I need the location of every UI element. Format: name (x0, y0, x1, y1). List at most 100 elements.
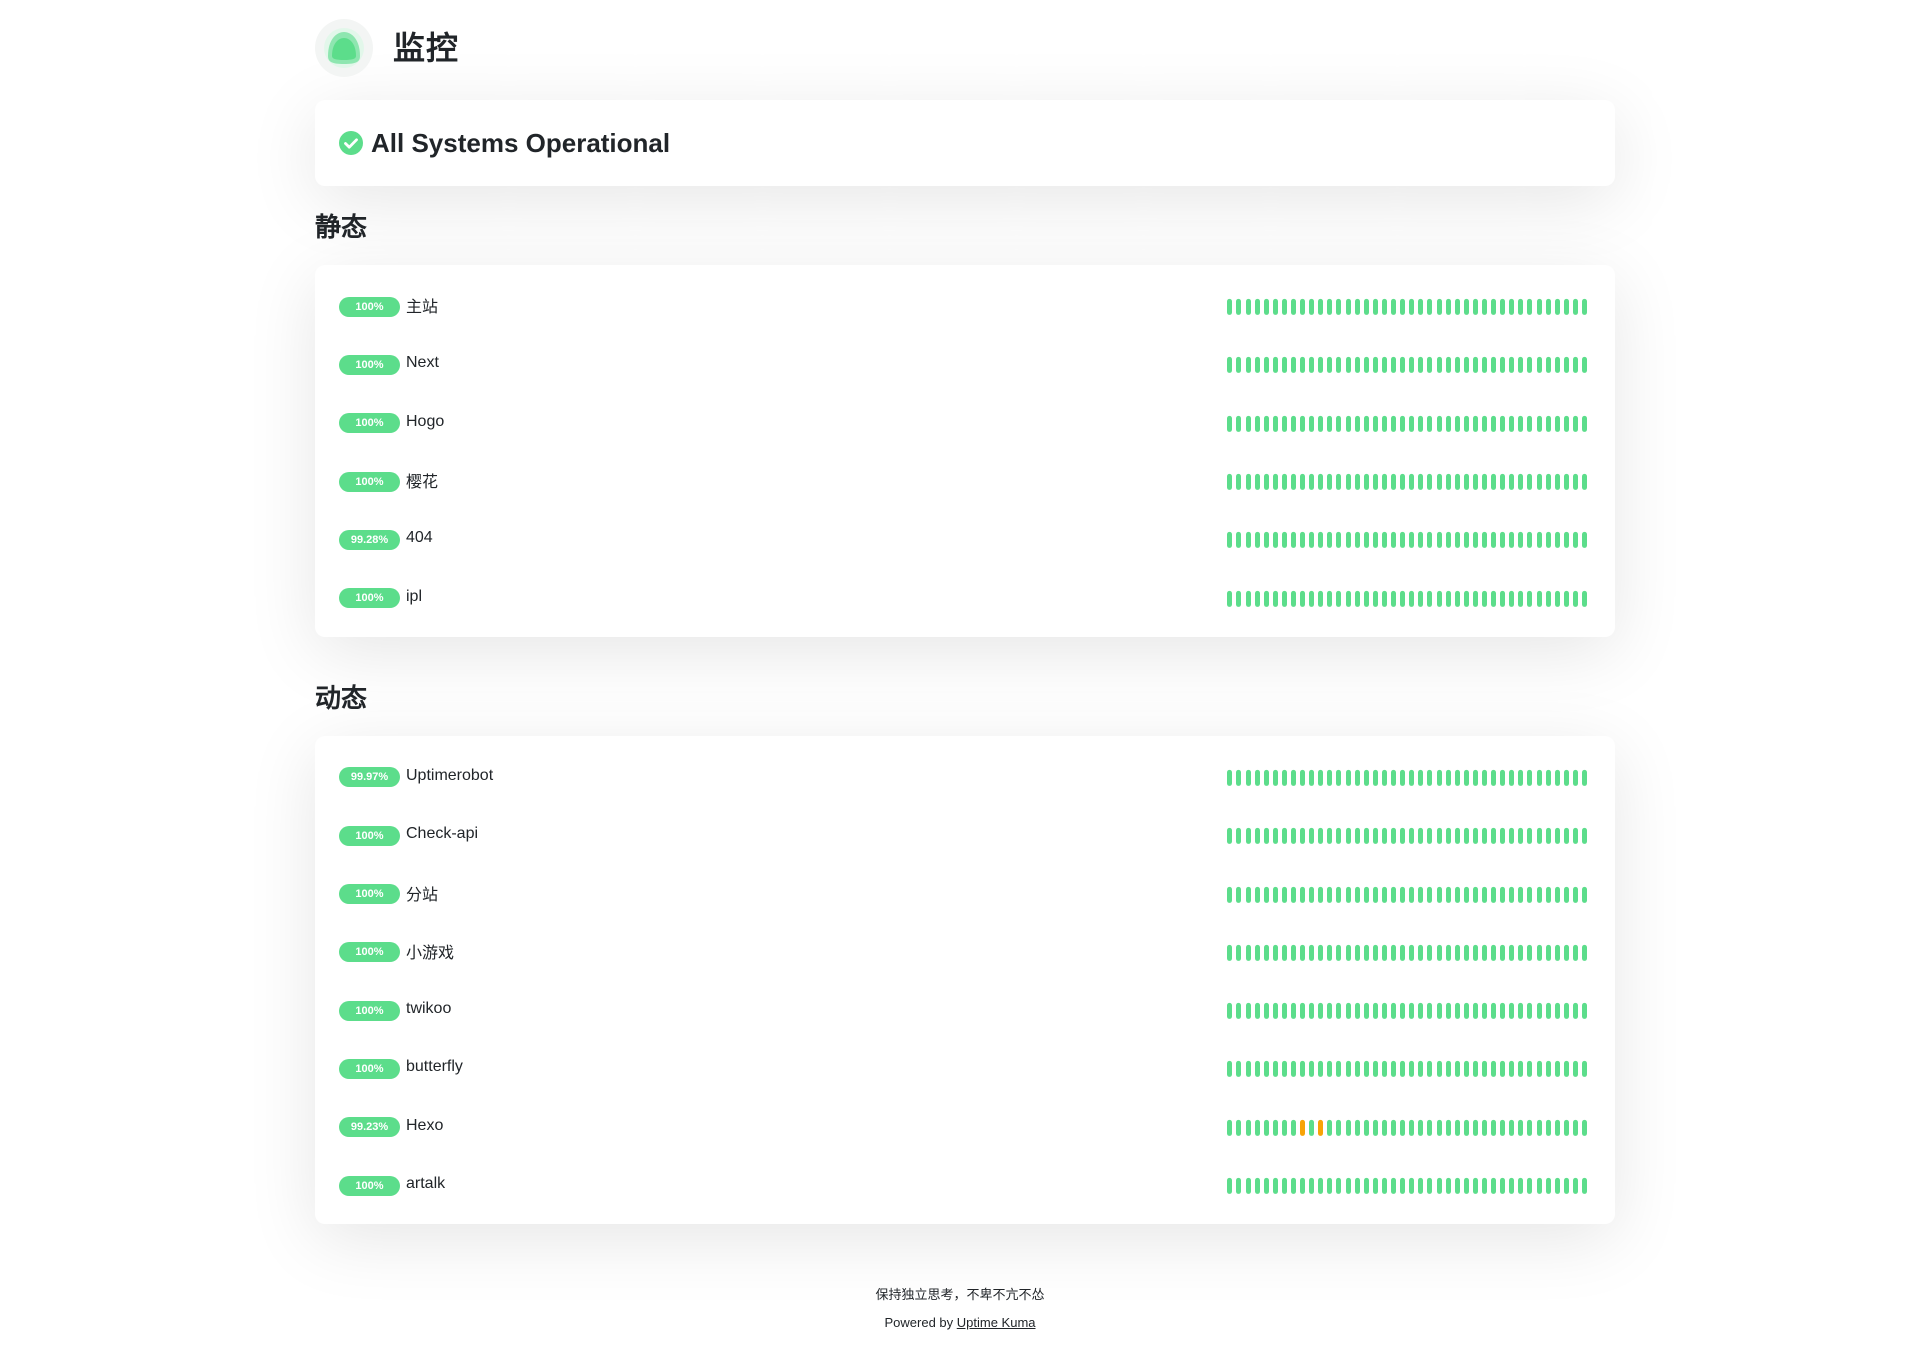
heartbeat-up[interactable] (1236, 886, 1242, 903)
heartbeat-up[interactable] (1400, 415, 1406, 432)
heartbeat-up[interactable] (1381, 828, 1387, 845)
heartbeat-up[interactable] (1445, 415, 1451, 432)
heartbeat-up[interactable] (1518, 944, 1524, 961)
heartbeat-up[interactable] (1363, 532, 1369, 549)
heartbeat-up[interactable] (1545, 415, 1551, 432)
heartbeat-up[interactable] (1300, 473, 1306, 490)
heartbeat-up[interactable] (1381, 1119, 1387, 1136)
heartbeat-up[interactable] (1400, 1119, 1406, 1136)
heartbeat-up[interactable] (1445, 1003, 1451, 1020)
heartbeat-up[interactable] (1236, 944, 1242, 961)
heartbeat-up[interactable] (1472, 886, 1478, 903)
heartbeat-up[interactable] (1227, 1003, 1233, 1020)
heartbeat-up[interactable] (1309, 415, 1315, 432)
monitor-row[interactable]: 100% artalk (315, 1155, 1615, 1213)
heartbeat-up[interactable] (1518, 1177, 1524, 1194)
heartbeat-up[interactable] (1363, 415, 1369, 432)
heartbeat-up[interactable] (1545, 532, 1551, 549)
heartbeat-up[interactable] (1409, 769, 1415, 786)
heartbeat-up[interactable] (1291, 886, 1296, 903)
heartbeat-up[interactable] (1518, 299, 1524, 316)
heartbeat-up[interactable] (1472, 944, 1478, 961)
monitor-row[interactable]: 100% Hogo (315, 393, 1615, 451)
heartbeat-up[interactable] (1427, 299, 1433, 316)
monitor-row[interactable]: 99.28% 404 (315, 509, 1615, 567)
heartbeat-up[interactable] (1582, 1119, 1587, 1136)
heartbeat-up[interactable] (1372, 532, 1378, 549)
heartbeat-up[interactable] (1363, 590, 1369, 607)
heartbeat-up[interactable] (1263, 1177, 1269, 1194)
heartbeat-up[interactable] (1445, 357, 1451, 374)
heartbeat-up[interactable] (1481, 590, 1487, 607)
heartbeat-up[interactable] (1318, 357, 1324, 374)
heartbeat-up[interactable] (1281, 828, 1287, 845)
heartbeat-up[interactable] (1245, 532, 1251, 549)
heartbeat-up[interactable] (1227, 532, 1233, 549)
heartbeat-up[interactable] (1509, 769, 1515, 786)
heartbeat-up[interactable] (1391, 886, 1397, 903)
heartbeat-up[interactable] (1254, 1061, 1260, 1078)
heartbeat-up[interactable] (1236, 415, 1242, 432)
heartbeat-up[interactable] (1436, 357, 1442, 374)
heartbeat-up[interactable] (1572, 532, 1578, 549)
heartbeat-up[interactable] (1409, 299, 1415, 316)
heartbeat-up[interactable] (1318, 299, 1324, 316)
heartbeat-up[interactable] (1309, 769, 1315, 786)
heartbeat-up[interactable] (1436, 1119, 1442, 1136)
heartbeat-up[interactable] (1345, 532, 1351, 549)
heartbeat-up[interactable] (1345, 415, 1351, 432)
heartbeat-up[interactable] (1400, 944, 1406, 961)
heartbeat-up[interactable] (1300, 1177, 1306, 1194)
heartbeat-up[interactable] (1545, 590, 1551, 607)
heartbeat-up[interactable] (1354, 473, 1360, 490)
heartbeat-up[interactable] (1491, 1003, 1497, 1020)
heartbeat-up[interactable] (1582, 299, 1587, 316)
heartbeat-up[interactable] (1372, 357, 1378, 374)
heartbeat-up[interactable] (1563, 944, 1569, 961)
heartbeat-up[interactable] (1227, 769, 1233, 786)
heartbeat-up[interactable] (1418, 532, 1424, 549)
heartbeat-up[interactable] (1527, 415, 1533, 432)
heartbeat-up[interactable] (1391, 1119, 1397, 1136)
heartbeat-up[interactable] (1400, 1177, 1406, 1194)
heartbeat-up[interactable] (1418, 1177, 1424, 1194)
heartbeat-up[interactable] (1336, 590, 1342, 607)
heartbeat-up[interactable] (1327, 590, 1333, 607)
heartbeat-up[interactable] (1563, 473, 1569, 490)
heartbeat-up[interactable] (1463, 1177, 1469, 1194)
heartbeat-up[interactable] (1227, 886, 1233, 903)
heartbeat-up[interactable] (1345, 357, 1351, 374)
heartbeat-up[interactable] (1291, 1119, 1296, 1136)
heartbeat-up[interactable] (1254, 886, 1260, 903)
monitor-row[interactable]: 99.97% Uptimerobot (315, 747, 1615, 805)
heartbeat-up[interactable] (1336, 944, 1342, 961)
heartbeat-up[interactable] (1554, 299, 1560, 316)
heartbeat-up[interactable] (1554, 769, 1560, 786)
heartbeat-up[interactable] (1472, 415, 1478, 432)
heartbeat-up[interactable] (1491, 944, 1497, 961)
heartbeat-up[interactable] (1381, 532, 1387, 549)
heartbeat-up[interactable] (1272, 1003, 1278, 1020)
heartbeat-up[interactable] (1345, 1177, 1351, 1194)
heartbeat-up[interactable] (1381, 473, 1387, 490)
heartbeat-up[interactable] (1536, 590, 1542, 607)
heartbeat-up[interactable] (1582, 886, 1587, 903)
heartbeat-up[interactable] (1372, 1177, 1378, 1194)
heartbeat-up[interactable] (1409, 590, 1415, 607)
heartbeat-up[interactable] (1409, 1119, 1415, 1136)
heartbeat-up[interactable] (1527, 769, 1533, 786)
heartbeat-up[interactable] (1318, 532, 1324, 549)
heartbeat-up[interactable] (1354, 1061, 1360, 1078)
heartbeat-up[interactable] (1300, 357, 1306, 374)
heartbeat-up[interactable] (1245, 886, 1251, 903)
heartbeat-up[interactable] (1509, 532, 1515, 549)
heartbeat-up[interactable] (1318, 1003, 1324, 1020)
heartbeat-up[interactable] (1463, 590, 1469, 607)
heartbeat-up[interactable] (1582, 473, 1587, 490)
heartbeat-up[interactable] (1527, 473, 1533, 490)
heartbeat-up[interactable] (1545, 299, 1551, 316)
heartbeat-up[interactable] (1491, 532, 1497, 549)
heartbeat-up[interactable] (1281, 886, 1287, 903)
heartbeat-up[interactable] (1336, 1119, 1342, 1136)
heartbeat-up[interactable] (1472, 532, 1478, 549)
